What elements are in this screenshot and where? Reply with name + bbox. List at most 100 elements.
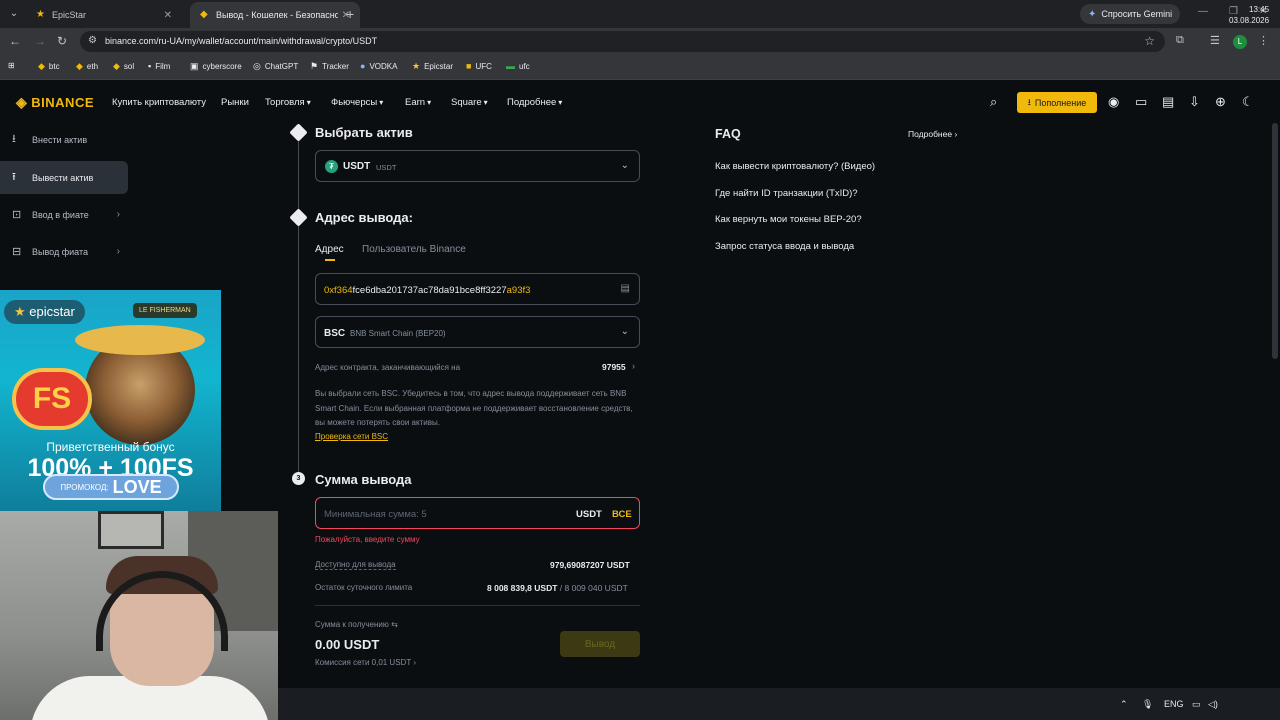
sidebar-item-deposit[interactable]: ⭳ Внести актив bbox=[0, 123, 128, 156]
address-book-icon[interactable]: ▤ bbox=[621, 283, 630, 294]
bookmark-btc[interactable]: ◆ btc bbox=[38, 61, 60, 72]
ufc-icon: ▬ bbox=[506, 61, 515, 71]
bookmark-tracker[interactable]: ⚑ Tracker bbox=[310, 61, 349, 72]
ad-banner[interactable]: ★ epicstar LE FISHERMAN FS Приветственны… bbox=[0, 290, 221, 511]
back-icon[interactable]: ← bbox=[9, 34, 21, 48]
bookmark-chatgpt[interactable]: ◎ ChatGPT bbox=[253, 61, 298, 72]
chevron-right-icon[interactable]: › bbox=[632, 361, 635, 371]
tray-chevron-up-icon[interactable]: ⌃ bbox=[1120, 699, 1128, 710]
globe-icon[interactable]: ⊕ bbox=[1215, 94, 1226, 110]
cyberscore-icon: ▣ bbox=[190, 61, 199, 71]
contract-value[interactable]: 97955 bbox=[602, 362, 626, 372]
tab-address[interactable]: Адрес bbox=[315, 244, 344, 255]
url-text[interactable]: binance.com/ru-UA/my/wallet/account/main… bbox=[105, 36, 377, 46]
omnibox[interactable]: ⚙ binance.com/ru-UA/my/wallet/account/ma… bbox=[80, 31, 1165, 52]
bookmark-eth[interactable]: ◆ eth bbox=[76, 61, 98, 72]
binance-icon: ◆ bbox=[113, 61, 120, 71]
microphone-icon[interactable]: 🎙 bbox=[1142, 699, 1153, 710]
more-menu-icon[interactable]: ⋮ bbox=[1258, 34, 1269, 47]
search-icon[interactable]: ⌕ bbox=[990, 94, 997, 110]
step-1-title: Выбрать актив bbox=[315, 125, 413, 140]
max-amount-button[interactable]: ВСЕ bbox=[612, 509, 632, 520]
epicstar-logo: ★ epicstar bbox=[4, 300, 85, 324]
site-info-icon[interactable]: ⚙ bbox=[88, 35, 97, 46]
bookmark-epicstar[interactable]: ★ Epicstar bbox=[412, 61, 453, 72]
hat-illustration bbox=[75, 325, 205, 355]
tab-binance-withdraw[interactable]: ◆ Вывод - Кошелек - Безопасно ✕ bbox=[190, 2, 360, 28]
fiat-out-icon: ⊟ bbox=[12, 246, 22, 258]
swap-icon[interactable]: ⇆ bbox=[391, 620, 398, 629]
ufc-icon: ■ bbox=[466, 61, 472, 71]
menu-square[interactable]: Square ▾ bbox=[451, 97, 488, 108]
chevron-down-icon: ▾ bbox=[427, 98, 432, 107]
apps-icon[interactable]: ⊞ bbox=[8, 61, 15, 70]
tether-icon: ₮ bbox=[325, 160, 338, 173]
deposit-button[interactable]: ⭳ Пополнение bbox=[1017, 92, 1097, 113]
bookmark-star-icon[interactable]: ☆ bbox=[1144, 34, 1155, 48]
faq-item[interactable]: Где найти ID транзакции (TxID)? bbox=[715, 188, 858, 199]
monitor-icon[interactable]: ▭ bbox=[1192, 699, 1201, 710]
network-select[interactable]: BSC BNB Smart Chain (BEP20) ⌄ bbox=[315, 316, 640, 348]
bookmark-ufc[interactable]: ■ UFC bbox=[466, 61, 492, 71]
menu-futures[interactable]: Фьючерсы ▾ bbox=[331, 97, 383, 108]
tab-search-button[interactable]: ⌄ bbox=[5, 5, 23, 23]
withdraw-button[interactable]: Вывод bbox=[560, 631, 640, 657]
wallet-icon[interactable]: ▭ bbox=[1135, 94, 1147, 110]
sidebar-item-fiat-out[interactable]: ⊟ Вывод фиата › bbox=[0, 235, 128, 268]
step-2-check-icon bbox=[289, 208, 308, 227]
tab-title: EpicStar bbox=[52, 10, 87, 20]
taskbar-clock[interactable]: 13:45 03.08.2026 bbox=[1229, 4, 1269, 26]
bookmark-film[interactable]: ▪ Film bbox=[148, 61, 170, 71]
address-input[interactable]: 0xf364fce6dba201737ac78da91bce8ff3227a93… bbox=[315, 273, 640, 305]
contract-label: Адрес контракта, заканчивающийся на bbox=[315, 363, 461, 372]
account-icon[interactable]: ◉ bbox=[1108, 94, 1119, 110]
bookmark-vodka[interactable]: ● VODKA bbox=[360, 61, 397, 71]
forward-icon[interactable]: → bbox=[34, 34, 46, 48]
step-1-check-icon bbox=[289, 123, 308, 142]
theme-moon-icon[interactable]: ☾ bbox=[1242, 94, 1254, 110]
asset-select[interactable]: ₮ USDT USDT ⌄ bbox=[315, 150, 640, 182]
step-line bbox=[298, 133, 299, 478]
extensions-icon[interactable]: ⧉ bbox=[1176, 34, 1184, 47]
messages-icon[interactable]: ▤ bbox=[1162, 94, 1174, 110]
network-check-link[interactable]: Проверка сети BSC bbox=[315, 432, 388, 441]
faq-more-link[interactable]: Подробнее › bbox=[908, 129, 957, 139]
menu-markets[interactable]: Рынки bbox=[221, 97, 249, 108]
binance-logo[interactable]: ◈ BINANCE bbox=[16, 94, 94, 111]
menu-earn[interactable]: Earn ▾ bbox=[405, 97, 431, 108]
menu-trade[interactable]: Торговля ▾ bbox=[265, 97, 311, 108]
promo-code-badge: ПРОМОКОД: LOVE bbox=[43, 474, 179, 500]
close-icon[interactable]: ✕ bbox=[164, 10, 172, 21]
tab-epicstar[interactable]: ★ EpicStar ✕ bbox=[26, 2, 182, 28]
tab-binance-user[interactable]: Пользователь Binance bbox=[362, 244, 466, 255]
gemini-button[interactable]: ✦ Спросить Gemini bbox=[1080, 4, 1181, 24]
reload-icon[interactable]: ↻ bbox=[57, 34, 67, 48]
asset-name: USDT bbox=[376, 163, 397, 172]
menu-buy-crypto[interactable]: Купить криптовалюту bbox=[112, 97, 206, 108]
chevron-right-icon: › bbox=[954, 129, 958, 139]
chevron-right-icon[interactable]: › bbox=[413, 658, 416, 667]
faq-item[interactable]: Как вывести криптовалюту? (Видео) bbox=[715, 161, 875, 172]
profile-avatar[interactable]: L bbox=[1233, 35, 1247, 49]
faq-item[interactable]: Запрос статуса ввода и вывода bbox=[715, 241, 854, 252]
chevron-right-icon: › bbox=[116, 209, 120, 220]
bookmark-cyberscore[interactable]: ▣ cyberscore bbox=[190, 61, 242, 72]
amount-currency: USDT bbox=[576, 509, 602, 520]
new-tab-button[interactable]: + bbox=[346, 6, 354, 22]
upload-icon: ⭱ bbox=[12, 171, 16, 183]
volume-icon[interactable]: ◁) bbox=[1208, 699, 1218, 710]
page-scrollbar[interactable] bbox=[1272, 123, 1278, 359]
sidebar-item-fiat-in[interactable]: ⊡ Ввод в фиате › bbox=[0, 198, 128, 231]
bookmark-sol[interactable]: ◆ sol bbox=[113, 61, 134, 72]
faq-item[interactable]: Как вернуть мои токены BEP-20? bbox=[715, 214, 862, 225]
reading-list-icon[interactable]: ☰ bbox=[1210, 34, 1220, 47]
download-app-icon[interactable]: ⇩ bbox=[1189, 94, 1200, 110]
minimize-icon[interactable]: — bbox=[1198, 6, 1208, 17]
network-name: BNB Smart Chain (BEP20) bbox=[350, 329, 446, 338]
star-icon: ★ bbox=[14, 304, 26, 319]
sidebar-item-withdraw[interactable]: ⭱ Вывести актив bbox=[0, 161, 128, 194]
menu-more[interactable]: Подробнее ▾ bbox=[507, 97, 562, 108]
bookmark-ufc-2[interactable]: ▬ ufc bbox=[506, 61, 530, 71]
language-indicator[interactable]: ENG bbox=[1164, 699, 1184, 709]
amount-input[interactable]: Минимальная сумма: 5 USDT ВСЕ bbox=[315, 497, 640, 529]
